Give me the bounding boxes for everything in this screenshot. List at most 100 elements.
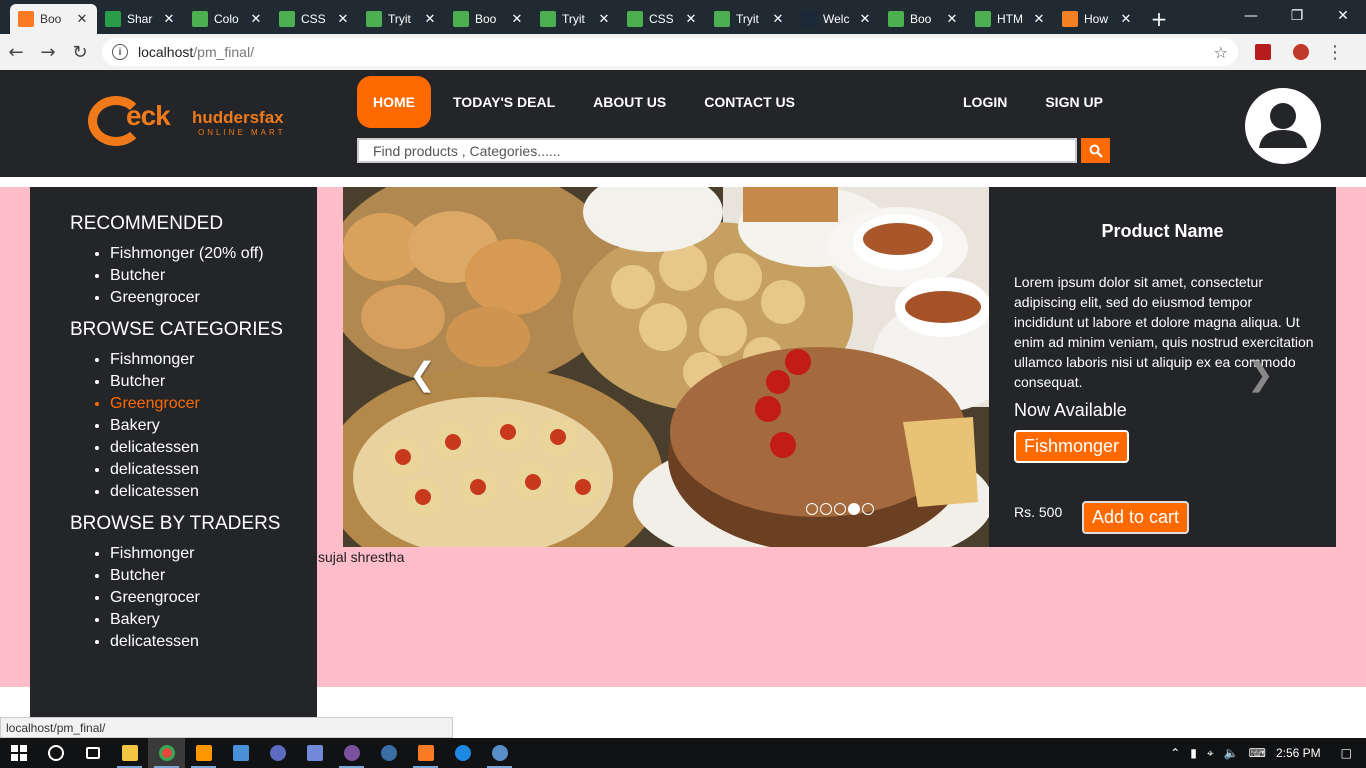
carousel-dot[interactable] [820,503,832,515]
site-info-icon[interactable]: i [112,44,128,60]
bookmark-star-icon[interactable]: ☆ [1214,43,1228,62]
browser-tab[interactable]: Tryit ✕ [358,4,445,34]
sidebar-link[interactable]: delicatessen [110,459,317,481]
sidebar-link[interactable]: Greengrocer [110,587,317,609]
menu-icon[interactable]: ⋮ [1318,38,1352,66]
extension-icon[interactable] [1246,38,1280,66]
sidebar-link[interactable]: Butcher [110,371,317,393]
add-to-cart-button[interactable]: Add to cart [1082,501,1190,534]
steam-running-icon[interactable] [481,738,518,768]
browser-tab[interactable]: HTM ✕ [967,4,1054,34]
show-hidden-icons-icon[interactable]: ⌃ [1170,746,1180,760]
tab-title: Boo [910,12,932,26]
close-tab-icon[interactable]: ✕ [162,12,176,27]
carousel-prev-icon[interactable]: ❮ [409,355,436,393]
maximize-icon[interactable]: ❐ [1274,0,1320,32]
notifications-icon[interactable]: □ [1341,746,1352,760]
close-tab-icon[interactable]: ✕ [1032,12,1046,27]
browser-tab[interactable]: CSS ✕ [619,4,706,34]
browser-tab[interactable]: Welc ✕ [793,4,880,34]
volume-icon[interactable]: 🔈 [1224,746,1239,760]
sidebar-link[interactable]: Butcher [110,565,317,587]
nav-home[interactable]: HOME [357,76,431,128]
close-tab-icon[interactable]: ✕ [423,12,437,27]
nav-todays-deal[interactable]: TODAY'S DEAL [453,94,555,110]
sidebar-link[interactable]: Bakery [110,609,317,631]
snipping-tool-icon[interactable] [222,738,259,768]
user-avatar-icon[interactable] [1245,88,1321,164]
nav-contact-us[interactable]: CONTACT US [704,94,795,110]
close-tab-icon[interactable]: ✕ [510,12,524,27]
close-tab-icon[interactable]: ✕ [336,12,350,27]
keyboard-icon[interactable]: ⌨ [1249,746,1266,760]
trader-button[interactable]: Fishmonger [1014,430,1130,463]
close-tab-icon[interactable]: ✕ [858,12,872,27]
new-tab-button[interactable]: + [1141,4,1177,34]
browser-tab[interactable]: Tryit ✕ [532,4,619,34]
cortana-icon[interactable] [37,738,74,768]
carousel-dot[interactable] [862,503,874,515]
traders-heading: BROWSE BY TRADERS [70,513,281,534]
close-tab-icon[interactable]: ✕ [684,12,698,27]
site-logo[interactable]: eck huddersfax ONLINE MART [88,90,298,152]
tab-title: CSS [301,12,326,26]
close-tab-icon[interactable]: ✕ [771,12,785,27]
browser-tab[interactable]: Boo ✕ [10,4,97,34]
close-window-icon[interactable]: ✕ [1320,0,1366,32]
w3schools-icon [279,11,295,27]
viber-icon[interactable] [333,738,370,768]
carousel-dot[interactable] [834,503,846,515]
sidebar-link[interactable]: Greengrocer [110,287,317,309]
close-tab-icon[interactable]: ✕ [75,12,89,27]
carousel-dot[interactable] [848,503,860,515]
battery-icon[interactable]: ▮ [1190,746,1197,760]
browser-tab[interactable]: Tryit ✕ [706,4,793,34]
steam-icon[interactable] [370,738,407,768]
login-link[interactable]: LOGIN [963,94,1007,110]
browser-tab[interactable]: Colo ✕ [184,4,271,34]
close-tab-icon[interactable]: ✕ [249,12,263,27]
minimize-icon[interactable]: — [1228,0,1274,32]
tab-title: How [1084,12,1109,26]
browser-tab[interactable]: CSS ✕ [271,4,358,34]
forward-icon[interactable]: → [32,36,64,68]
wifi-icon[interactable]: ⌖ [1207,746,1214,761]
close-tab-icon[interactable]: ✕ [945,12,959,27]
xampp-icon[interactable] [407,738,444,768]
sidebar-link[interactable]: delicatessen [110,481,317,503]
sidebar-link[interactable]: Greengrocer [110,393,317,415]
chrome-icon[interactable] [148,738,185,768]
search-input[interactable] [357,138,1077,163]
nav-about-us[interactable]: ABOUT US [593,94,666,110]
file-explorer-icon[interactable] [111,738,148,768]
clock[interactable]: 2:56 PM [1276,746,1321,760]
windows-start-icon[interactable] [0,738,37,768]
app-icon[interactable] [259,738,296,768]
browser-tab[interactable]: Shar ✕ [97,4,184,34]
sidebar-link[interactable]: Fishmonger [110,543,317,565]
browser-tab[interactable]: Boo ✕ [445,4,532,34]
profile-icon[interactable] [1284,38,1318,66]
sidebar-link[interactable]: delicatessen [110,437,317,459]
sublime-text-icon[interactable] [185,738,222,768]
sidebar-link[interactable]: Bakery [110,415,317,437]
browser-tab[interactable]: Boo ✕ [880,4,967,34]
close-tab-icon[interactable]: ✕ [597,12,611,27]
task-view-icon[interactable] [74,738,111,768]
back-icon[interactable]: ← [0,36,32,68]
close-tab-icon[interactable]: ✕ [1119,12,1133,27]
edge-icon[interactable] [444,738,481,768]
sidebar-link[interactable]: Butcher [110,265,317,287]
sidebar-link[interactable]: Fishmonger [110,349,317,371]
search-button[interactable] [1081,138,1110,163]
browser-tab[interactable]: How ✕ [1054,4,1141,34]
carousel-next-icon[interactable]: ❯ [1247,355,1274,393]
carousel-dot[interactable] [806,503,818,515]
discord-icon[interactable] [296,738,333,768]
sidebar-link[interactable]: delicatessen [110,631,317,653]
signup-link[interactable]: SIGN UP [1045,94,1103,110]
reload-icon[interactable]: ↻ [64,36,96,68]
sidebar-link[interactable]: Fishmonger (20% off) [110,243,317,265]
logo-tagline: ONLINE MART [198,128,286,137]
address-bar[interactable]: i localhost/pm_final/ ☆ [102,38,1238,66]
